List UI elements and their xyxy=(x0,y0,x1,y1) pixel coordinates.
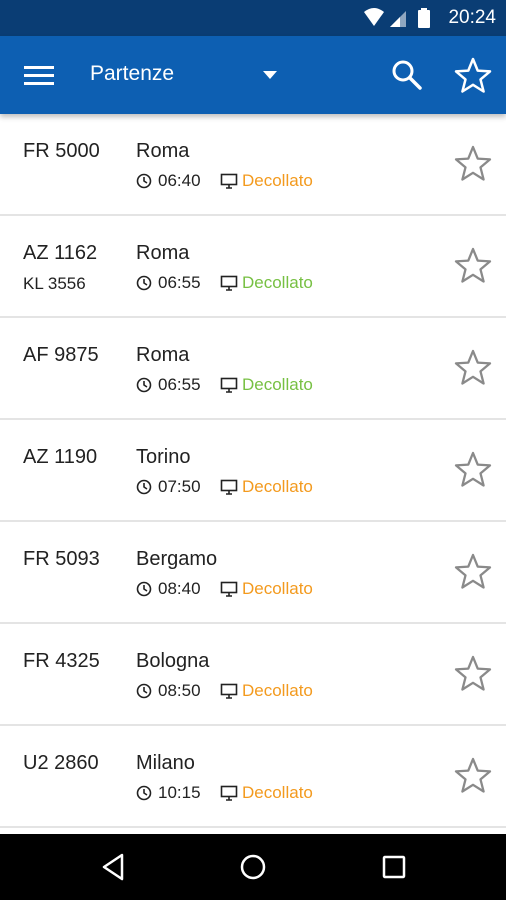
home-icon[interactable] xyxy=(236,850,270,884)
battery-icon xyxy=(418,8,430,28)
destination-city: Bergamo xyxy=(136,548,218,570)
monitor-icon xyxy=(220,377,238,393)
flight-status: Decollato xyxy=(242,477,313,496)
flight-code: FR 5093 xyxy=(23,548,100,570)
flight-code: U2 2860 xyxy=(23,752,99,774)
flight-status: Decollato xyxy=(242,171,313,190)
flight-status: Decollato xyxy=(242,681,313,700)
star-outline-icon[interactable] xyxy=(453,450,493,488)
destination-city: Roma xyxy=(136,344,190,366)
destination-city: Bologna xyxy=(136,650,210,672)
section-dropdown[interactable]: Partenze xyxy=(90,36,290,114)
clock-time: 20:24 xyxy=(448,7,496,28)
clock-icon xyxy=(136,377,152,393)
flight-row[interactable]: U2 2860 Milano 10:15 Decollato xyxy=(0,726,506,828)
signal-icon xyxy=(390,11,406,27)
departure-time: 06:40 xyxy=(158,171,201,190)
flight-row[interactable]: AZ 1162 KL 3556 Roma 06:55 Decollato xyxy=(0,216,506,318)
flight-code: AZ 1190 xyxy=(23,446,98,468)
star-outline-icon[interactable] xyxy=(453,348,493,386)
flight-status: Decollato xyxy=(242,579,313,598)
flight-code: AZ 1162 xyxy=(23,242,98,264)
departure-time: 06:55 xyxy=(158,375,201,394)
clock-icon xyxy=(136,785,152,801)
departure-time: 08:40 xyxy=(158,579,201,598)
star-outline-icon[interactable] xyxy=(453,144,493,182)
star-outline-icon[interactable] xyxy=(453,246,493,284)
clock-icon xyxy=(136,581,152,597)
navigation-bar xyxy=(0,834,506,900)
destination-city: Roma xyxy=(136,242,190,264)
monitor-icon xyxy=(220,173,238,189)
monitor-icon xyxy=(220,683,238,699)
destination-city: Roma xyxy=(136,140,190,162)
departure-time: 10:15 xyxy=(158,783,201,802)
monitor-icon xyxy=(220,785,238,801)
flight-row[interactable]: AZ 1190 Torino 07:50 Decollato xyxy=(0,420,506,522)
search-icon[interactable] xyxy=(390,58,424,92)
star-outline-icon[interactable] xyxy=(453,654,493,692)
flight-code: FR 5000 xyxy=(23,140,100,162)
flight-list: FR 5000 Roma 06:40 Decollato AZ 1162 KL 3556 R… xyxy=(0,114,506,834)
page-title: Partenze xyxy=(90,62,175,85)
flight-status: Decollato xyxy=(242,273,313,292)
monitor-icon xyxy=(220,479,238,495)
app-bar: Partenze xyxy=(0,36,506,114)
flight-code: AF 9875 xyxy=(23,344,99,366)
wifi-icon xyxy=(364,8,384,26)
status-icons xyxy=(364,8,430,28)
departure-time: 06:55 xyxy=(158,273,201,292)
flight-row[interactable]: FR 4325 Bologna 08:50 Decollato xyxy=(0,624,506,726)
destination-city: Torino xyxy=(136,446,191,468)
flight-code: FR 4325 xyxy=(23,650,100,672)
recents-icon[interactable] xyxy=(377,850,411,884)
destination-city: Milano xyxy=(136,752,195,774)
star-outline-icon[interactable] xyxy=(453,552,493,590)
flight-status: Decollato xyxy=(242,375,313,394)
departure-time: 08:50 xyxy=(158,681,201,700)
menu-icon[interactable] xyxy=(20,60,60,92)
clock-icon xyxy=(136,479,152,495)
status-bar: 20:24 xyxy=(0,0,506,36)
flight-row[interactable]: FR 5000 Roma 06:40 Decollato xyxy=(0,114,506,216)
departure-time: 07:50 xyxy=(158,477,201,496)
dropdown-caret-icon xyxy=(263,71,277,79)
flight-codeshare: KL 3556 xyxy=(23,274,86,293)
star-outline-icon[interactable] xyxy=(453,56,493,94)
clock-icon xyxy=(136,683,152,699)
clock-icon xyxy=(136,173,152,189)
flight-status: Decollato xyxy=(242,783,313,802)
monitor-icon xyxy=(220,581,238,597)
flight-row[interactable]: FR 5093 Bergamo 08:40 Decollato xyxy=(0,522,506,624)
star-outline-icon[interactable] xyxy=(453,756,493,794)
flight-row[interactable]: AF 9875 Roma 06:55 Decollato xyxy=(0,318,506,420)
back-icon[interactable] xyxy=(96,850,130,884)
clock-icon xyxy=(136,275,152,291)
monitor-icon xyxy=(220,275,238,291)
